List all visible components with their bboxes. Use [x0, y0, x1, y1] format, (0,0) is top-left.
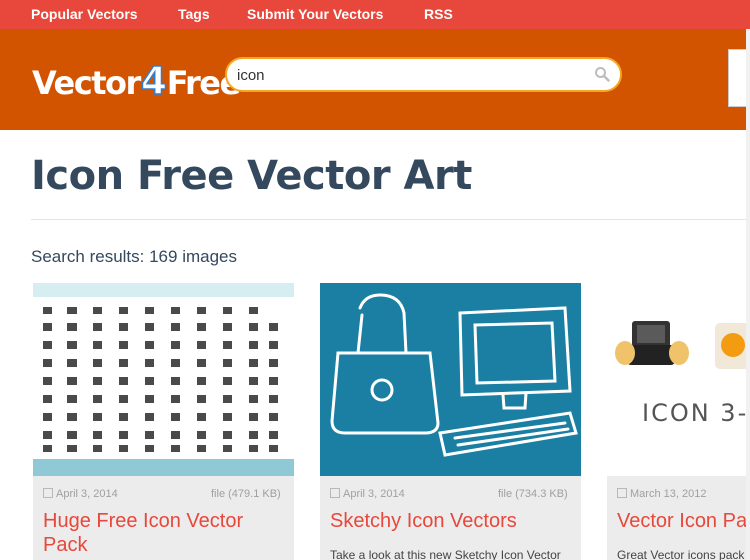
site-logo[interactable]: Vector4Free — [32, 58, 241, 104]
card-title[interactable]: Sketchy Icon Vectors — [330, 509, 570, 533]
icon-pack-preview-image — [33, 283, 294, 476]
nav-tags[interactable]: Tags — [178, 6, 210, 22]
calendar-icon — [43, 488, 53, 498]
card-title[interactable]: Vector Icon Pa — [617, 509, 750, 533]
icon-set-preview-image: ICON 3- — [615, 321, 750, 427]
icon-set-thumbnail-label: ICON 3- — [642, 399, 748, 427]
card-date-text: April 3, 2014 — [56, 488, 118, 500]
vector-card[interactable]: ICON 3- March 13, 2012 Vector Icon Pa — [607, 283, 750, 560]
logo-text-four: 4 — [140, 58, 168, 104]
card-date: April 3, 2014 — [330, 488, 405, 500]
card-date: March 13, 2012 — [617, 488, 706, 500]
card-thumbnail[interactable]: ICON 3- — [607, 283, 750, 476]
card-thumbnail[interactable] — [320, 283, 581, 476]
title-divider — [31, 219, 750, 220]
page-scrollbar[interactable] — [746, 29, 750, 560]
nav-rss[interactable]: RSS — [424, 6, 453, 22]
top-navigation: Popular Vectors Tags Submit Your Vectors… — [0, 0, 750, 29]
card-thumbnail[interactable] — [33, 283, 294, 476]
page-title: Icon Free Vector Art — [31, 153, 472, 199]
card-date: April 3, 2014 — [43, 488, 118, 500]
sketchy-icons-preview-image — [330, 293, 578, 457]
card-description: Great Vector icons pack f — [617, 548, 750, 560]
nav-popular-vectors[interactable]: Popular Vectors — [31, 6, 138, 22]
nav-submit-vectors[interactable]: Submit Your Vectors — [247, 6, 383, 22]
search-results-count: Search results: 169 images — [31, 247, 237, 266]
search-box — [225, 57, 622, 92]
site-header: Vector4Free — [0, 29, 750, 130]
card-description: Take a look at this new Sketchy Icon Vec… — [330, 548, 561, 560]
card-file-size: file (734.3 KB) — [498, 488, 568, 500]
keyboard — [438, 411, 578, 457]
magnifier-icon[interactable] — [594, 66, 610, 82]
card-title[interactable]: Huge Free Icon Vector Pack — [43, 509, 283, 557]
vector-card[interactable]: April 3, 2014 file (479.1 KB) Huge Free … — [33, 283, 294, 560]
vector-card[interactable]: April 3, 2014 file (734.3 KB) Sketchy Ic… — [320, 283, 581, 560]
bag-body — [330, 351, 440, 435]
bag-handle — [358, 293, 408, 355]
logo-text-vector: Vector — [32, 64, 141, 102]
card-date-text: April 3, 2014 — [343, 488, 405, 500]
card-file-size: file (479.1 KB) — [211, 488, 281, 500]
calendar-icon — [617, 488, 627, 498]
calendar-icon — [330, 488, 340, 498]
card-date-text: March 13, 2012 — [630, 488, 707, 500]
search-input[interactable] — [237, 65, 587, 85]
